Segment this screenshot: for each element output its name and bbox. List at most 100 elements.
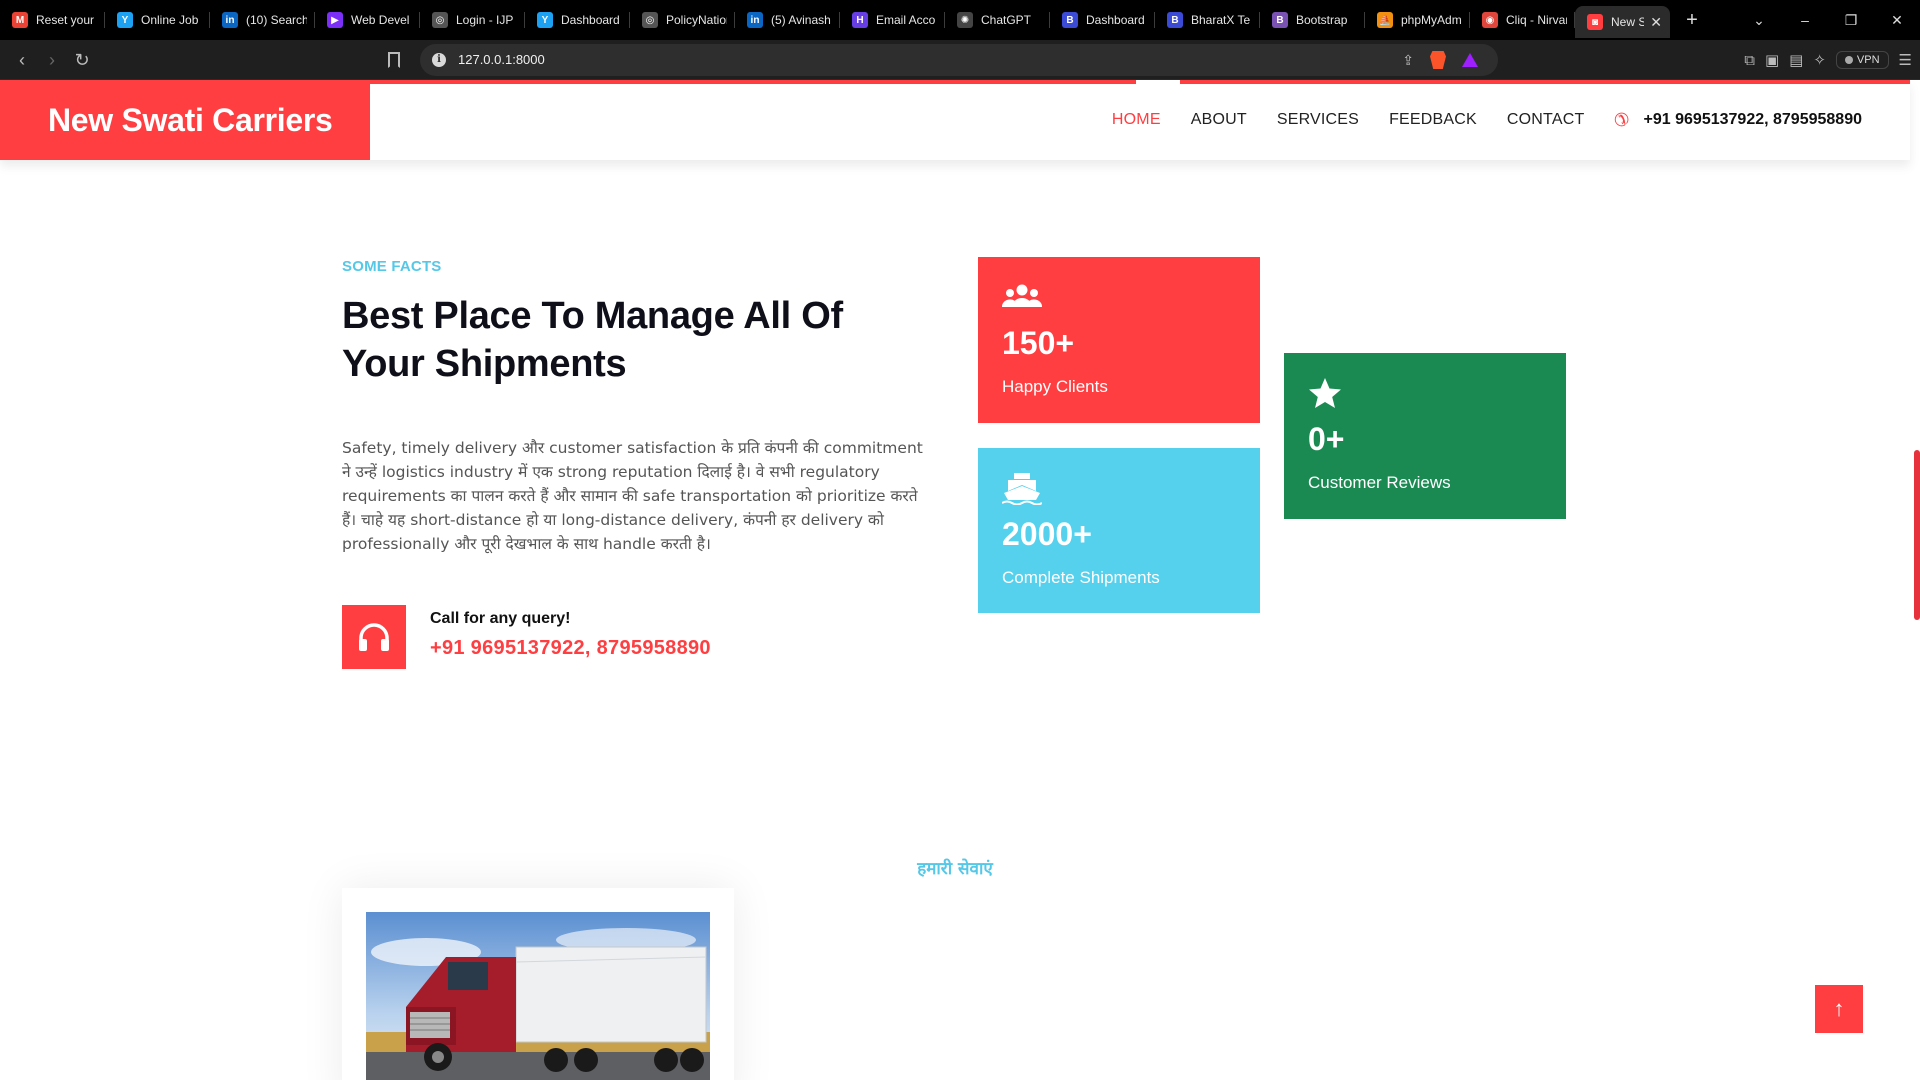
stat-value: 2000+ [1002, 516, 1092, 552]
browser-tab[interactable]: ◎ Login - IJP [420, 0, 525, 40]
browser-tab[interactable]: ▶ Web Devel [315, 0, 420, 40]
call-number[interactable]: +91 9695137922, 8795958890 [430, 637, 711, 660]
wallet-icon[interactable]: ▤ [1789, 51, 1803, 69]
brave-rewards-icon[interactable] [1462, 53, 1478, 67]
tab-list: M Reset your Y Online Job in (10) Search ▶ Web … [0, 0, 1706, 40]
tab-title: Online Job [141, 13, 199, 27]
browser-tab[interactable]: M Reset your [0, 0, 105, 40]
tab-title: BharatX Te [1191, 13, 1251, 27]
toolbar-right-tools: ⧉ ▣ ▤ ✧ VPN ☰ [1744, 46, 1912, 74]
browser-tab[interactable]: ✺ ChatGPT [945, 0, 1050, 40]
page-viewport: New Swati Carriers HOME ABOUT SERVICES F… [0, 80, 1920, 1080]
phone-icon: ✆ [1614, 109, 1630, 130]
brave-shields-icon[interactable] [1430, 51, 1446, 69]
browser-tab[interactable]: B BharatX Te [1155, 0, 1260, 40]
gmail-icon: M [12, 12, 28, 28]
nav-about[interactable]: ABOUT [1191, 111, 1247, 129]
section-description: Safety, timely delivery और customer sati… [342, 439, 923, 553]
brand-name[interactable]: New Swati Carriers [48, 102, 333, 139]
browser-tab[interactable]: Y Dashboard [525, 0, 630, 40]
headphones-icon [359, 623, 389, 651]
browser-tab[interactable]: ◙ New S ✕ [1575, 6, 1670, 38]
header-phone[interactable]: ✆ +91 9695137922, 8795958890 [1614, 110, 1862, 131]
stat-value: 0+ [1308, 421, 1345, 457]
forward-icon[interactable]: › [40, 48, 64, 72]
site-favicon-icon: ◙ [1587, 14, 1603, 30]
address-bar[interactable]: i 127.0.0.1:8000 ⇪ [420, 44, 1498, 76]
tab-title: (10) Search [246, 13, 307, 27]
bootstrap-icon: B [1167, 12, 1183, 28]
stat-label: Happy Clients [1002, 377, 1108, 396]
tab-title: Reset your [36, 13, 95, 27]
sidebar-icon[interactable]: ▣ [1765, 51, 1779, 69]
vpn-status-icon [1844, 56, 1853, 64]
nav-feedback[interactable]: FEEDBACK [1389, 111, 1477, 129]
phpmyadmin-icon: ⛵ [1377, 12, 1393, 28]
browser-tab[interactable]: ⛵ phpMyAdmin [1365, 0, 1470, 40]
share-icon[interactable]: ⇪ [1402, 52, 1414, 69]
stat-value: 150+ [1002, 325, 1075, 361]
site-info-icon[interactable]: i [432, 53, 446, 67]
new-tab-icon[interactable]: + [1678, 9, 1706, 32]
main-nav: HOME ABOUT SERVICES FEEDBACK CONTACT ✆ +… [1082, 80, 1862, 160]
close-window-icon[interactable]: ✕ [1874, 12, 1920, 29]
browser-tab[interactable]: ◉ Cliq - Nirvana [1470, 0, 1575, 40]
globe-icon: ◎ [642, 12, 658, 28]
tab-title: Bootstrap [1296, 13, 1348, 27]
tab-close-icon[interactable]: ✕ [1644, 14, 1662, 31]
vpn-label: VPN [1856, 54, 1880, 66]
minimize-icon[interactable]: – [1782, 12, 1828, 28]
browser-tab[interactable]: Y Online Job [105, 0, 210, 40]
tab-title: ChatGPT [981, 13, 1032, 27]
tab-title: New S [1611, 15, 1645, 29]
vpn-button[interactable]: VPN [1835, 51, 1889, 69]
stat-card-clients: 150+ Happy Clients [978, 257, 1260, 423]
browser-tab[interactable]: H Email Acco [840, 0, 945, 40]
arrow-up-icon: ↑ [1833, 996, 1845, 1021]
section-label: SOME FACTS [342, 258, 442, 275]
call-icon-box [342, 605, 406, 669]
section-heading: Best Place To Manage All Of Your Shipmen… [342, 295, 843, 385]
browser-tabstrip: M Reset your Y Online Job in (10) Search ▶ Web … [0, 0, 1920, 40]
stat-label: Complete Shipments [1002, 568, 1160, 587]
leo-ai-icon[interactable]: ✧ [1813, 51, 1826, 69]
bookmark-icon[interactable] [388, 52, 400, 68]
brand-logo[interactable]: New Swati Carriers [0, 80, 370, 160]
linkedin-icon: in [747, 12, 763, 28]
linkedin-icon: in [222, 12, 238, 28]
url-text[interactable]: 127.0.0.1:8000 [458, 52, 545, 67]
site-header: New Swati Carriers HOME ABOUT SERVICES F… [0, 80, 1910, 160]
tab-title: phpMyAdmin [1401, 13, 1462, 27]
tab-search-chevron-icon[interactable]: ⌄ [1736, 12, 1782, 29]
nav-services[interactable]: SERVICES [1277, 111, 1359, 129]
back-icon[interactable]: ‹ [10, 48, 34, 72]
nav-contact[interactable]: CONTACT [1507, 111, 1585, 129]
restore-icon[interactable]: ❐ [1828, 12, 1874, 29]
y-logo-icon: Y [537, 12, 553, 28]
play-arrow-icon: ▶ [327, 12, 343, 28]
service-card[interactable] [342, 888, 734, 1080]
nav-home[interactable]: HOME [1112, 111, 1161, 129]
header-phone-number[interactable]: +91 9695137922, 8795958890 [1644, 111, 1862, 129]
page-scrollbar[interactable] [1914, 450, 1920, 620]
tab-title: Cliq - Nirvana [1506, 13, 1567, 27]
service-truck-image [366, 912, 710, 1080]
browser-tab[interactable]: in (10) Search [210, 0, 315, 40]
tab-title: Login - IJP [456, 13, 514, 27]
reload-icon[interactable]: ↻ [70, 48, 94, 72]
hostinger-icon: H [852, 12, 868, 28]
extensions-icon[interactable]: ⧉ [1744, 52, 1755, 69]
tab-title: Web Devel [351, 13, 410, 27]
call-label: Call for any query! [430, 610, 571, 627]
browser-tab[interactable]: B Bootstrap [1260, 0, 1365, 40]
tab-title: (5) Avinash [771, 13, 831, 27]
chatgpt-icon: ✺ [957, 12, 973, 28]
back-to-top-button[interactable]: ↑ [1815, 985, 1863, 1033]
stat-card-shipments: 2000+ Complete Shipments [978, 448, 1260, 613]
menu-icon[interactable]: ☰ [1899, 51, 1912, 69]
browser-tab[interactable]: B Dashboard [1050, 0, 1155, 40]
users-icon [1002, 281, 1236, 313]
browser-tab[interactable]: ◎ PolicyNation [630, 0, 735, 40]
cliq-icon: ◉ [1482, 12, 1498, 28]
browser-tab[interactable]: in (5) Avinash [735, 0, 840, 40]
